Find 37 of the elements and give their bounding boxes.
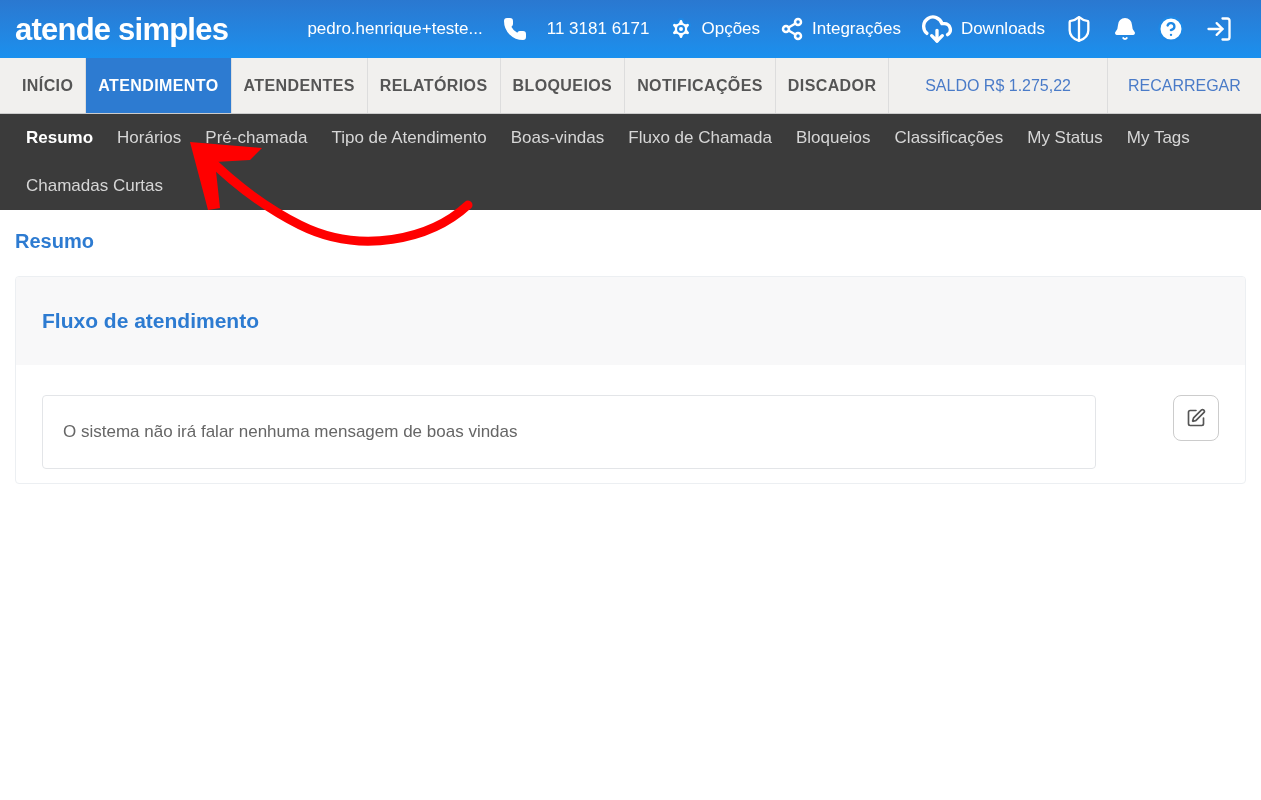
page-title: Resumo — [15, 229, 95, 254]
header-link[interactable]: Downloads — [920, 13, 1045, 45]
settings-icon — [669, 17, 694, 41]
message-text: O sistema não irá falar nenhuma mensagem de boas vindas — [63, 421, 518, 444]
logout-icon[interactable] — [1205, 15, 1233, 43]
nav-tab[interactable]: NOTIFICAÇÕES — [625, 58, 776, 113]
edit-button[interactable] — [1173, 395, 1219, 441]
nav-tab[interactable]: BLOQUEIOS — [500, 58, 626, 113]
sub-nav-item[interactable]: Classificações — [882, 114, 1016, 162]
nav-tab[interactable]: ATENDENTES — [231, 58, 368, 113]
header-link[interactable]: Integrações — [780, 16, 901, 42]
sub-nav-item[interactable]: Resumo — [14, 114, 106, 162]
phone-number: 11 3181 6171 — [546, 18, 650, 41]
sub-nav-item[interactable]: Bloqueios — [783, 114, 883, 162]
edit-icon — [1186, 408, 1206, 428]
sub-nav-item[interactable]: My Tags — [1114, 114, 1202, 162]
header-link[interactable]: Opções — [669, 16, 761, 42]
nav-tab[interactable]: ATENDIMENTO — [86, 58, 232, 113]
user-email[interactable]: pedro.henrique+teste... — [307, 16, 483, 42]
share-icon — [780, 17, 805, 41]
sub-nav-item[interactable]: Horários — [105, 114, 194, 162]
sub-nav-item[interactable]: Chamadas Curtas — [14, 162, 175, 210]
logo: atende simples — [15, 13, 229, 45]
nav-tab[interactable]: RELATÓRIOS — [367, 58, 501, 113]
phone-icon — [502, 17, 527, 41]
balance: SALDO R$ 1.275,22 — [889, 58, 1108, 113]
recharge-button[interactable]: RECARREGAR — [1107, 58, 1261, 113]
card-title: Fluxo de atendimento — [42, 308, 259, 335]
notification-icon[interactable] — [1113, 17, 1137, 41]
sub-nav-item[interactable]: Tipo de Atendimento — [319, 114, 499, 162]
sub-nav-item[interactable]: Boas-vindas — [498, 114, 617, 162]
nav-tab[interactable]: DISCADOR — [775, 58, 890, 113]
sub-nav-item[interactable]: My Status — [1015, 114, 1115, 162]
help-icon[interactable] — [1157, 15, 1185, 43]
sub-nav-item[interactable]: Fluxo de Chamada — [616, 114, 784, 162]
sub-nav-item[interactable]: Pré-chamada — [193, 114, 320, 162]
cloud-download-icon — [920, 13, 953, 45]
